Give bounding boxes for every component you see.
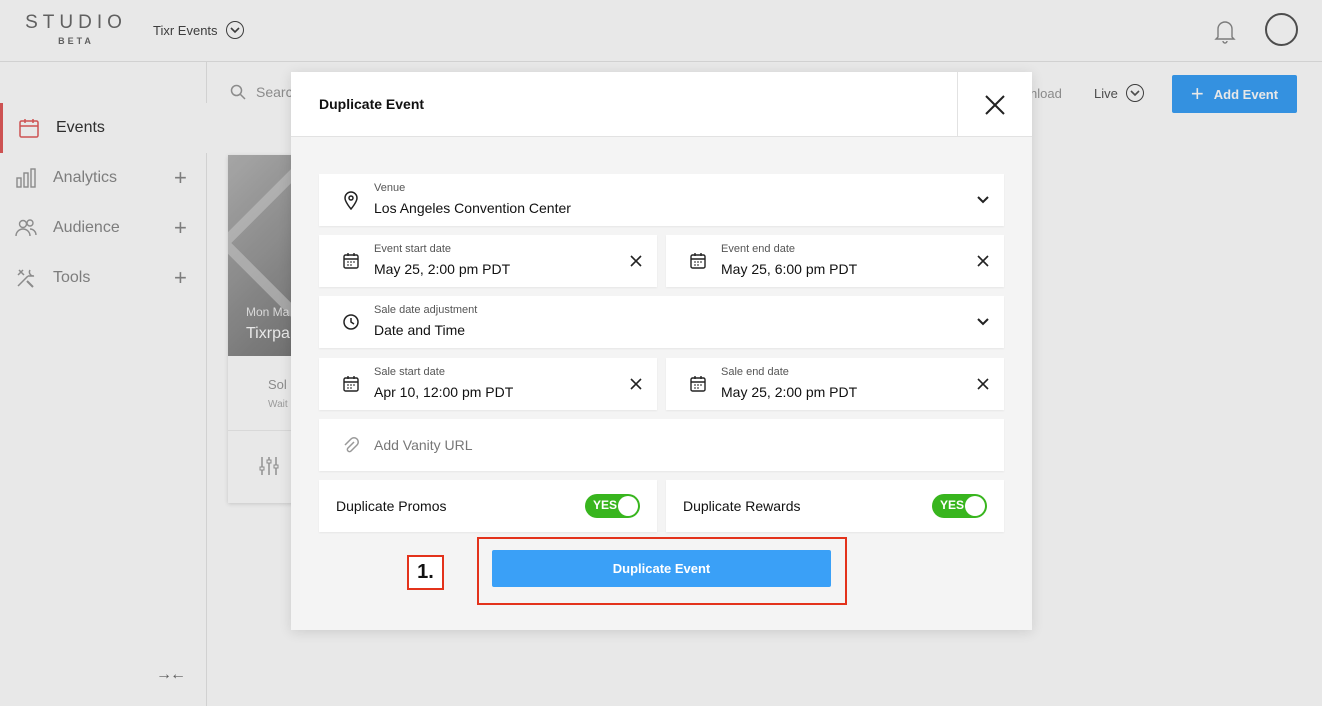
close-icon bbox=[985, 94, 1005, 115]
venue-select[interactable]: Venue Los Angeles Convention Center bbox=[319, 174, 1004, 226]
sale-start-date-field[interactable]: Sale start date Apr 10, 12:00 pm PDT bbox=[319, 358, 657, 410]
vanity-url-field[interactable]: Add Vanity URL bbox=[319, 419, 1004, 471]
duplicate-rewards-label: Duplicate Rewards bbox=[683, 498, 801, 514]
event-end-date-field[interactable]: Event end date May 25, 6:00 pm PDT bbox=[666, 235, 1004, 287]
calendar-icon bbox=[342, 374, 360, 394]
chevron-down-icon bbox=[976, 315, 990, 329]
step-marker: 1. bbox=[407, 555, 444, 590]
modal-header: Duplicate Event bbox=[291, 72, 1032, 137]
sale-date-adjustment-select[interactable]: Sale date adjustment Date and Time bbox=[319, 296, 1004, 348]
event-end-label: Event end date bbox=[721, 243, 796, 255]
clock-icon bbox=[342, 312, 360, 332]
sale-end-value: May 25, 2:00 pm PDT bbox=[721, 384, 858, 400]
duplicate-promos-row: Duplicate Promos YES bbox=[319, 480, 657, 532]
venue-label: Venue bbox=[374, 182, 406, 194]
calendar-icon bbox=[689, 251, 707, 271]
duplicate-promos-label: Duplicate Promos bbox=[336, 498, 447, 514]
calendar-icon bbox=[342, 251, 360, 271]
step-highlight-box bbox=[477, 537, 847, 605]
sale-end-date-field[interactable]: Sale end date May 25, 2:00 pm PDT bbox=[666, 358, 1004, 410]
sale-adjustment-label: Sale date adjustment bbox=[374, 304, 478, 316]
duplicate-rewards-toggle[interactable]: YES bbox=[932, 494, 987, 518]
toggle-knob bbox=[618, 496, 638, 516]
calendar-icon bbox=[689, 374, 707, 394]
clear-icon[interactable] bbox=[629, 377, 643, 391]
sale-start-label: Sale start date bbox=[374, 366, 445, 378]
paperclip-icon bbox=[342, 435, 360, 455]
sale-adjustment-value: Date and Time bbox=[374, 322, 466, 338]
modal-title: Duplicate Event bbox=[319, 96, 425, 112]
venue-value: Los Angeles Convention Center bbox=[374, 200, 571, 216]
event-start-label: Event start date bbox=[374, 243, 452, 255]
duplicate-promos-toggle[interactable]: YES bbox=[585, 494, 640, 518]
clear-icon[interactable] bbox=[976, 377, 990, 391]
close-button[interactable] bbox=[957, 72, 1032, 137]
clear-icon[interactable] bbox=[976, 254, 990, 268]
event-start-date-field[interactable]: Event start date May 25, 2:00 pm PDT bbox=[319, 235, 657, 287]
sale-end-label: Sale end date bbox=[721, 366, 789, 378]
event-end-value: May 25, 6:00 pm PDT bbox=[721, 261, 858, 277]
vanity-url-placeholder: Add Vanity URL bbox=[374, 437, 473, 453]
event-start-value: May 25, 2:00 pm PDT bbox=[374, 261, 511, 277]
toggle-state-text: YES bbox=[593, 498, 618, 512]
duplicate-rewards-row: Duplicate Rewards YES bbox=[666, 480, 1004, 532]
clear-icon[interactable] bbox=[629, 254, 643, 268]
location-pin-icon bbox=[342, 190, 360, 211]
duplicate-event-modal: Duplicate Event Venue Los Angeles Conven… bbox=[291, 72, 1032, 630]
chevron-down-icon bbox=[976, 193, 990, 207]
toggle-knob bbox=[965, 496, 985, 516]
sale-start-value: Apr 10, 12:00 pm PDT bbox=[374, 384, 514, 400]
toggle-state-text: YES bbox=[940, 498, 965, 512]
